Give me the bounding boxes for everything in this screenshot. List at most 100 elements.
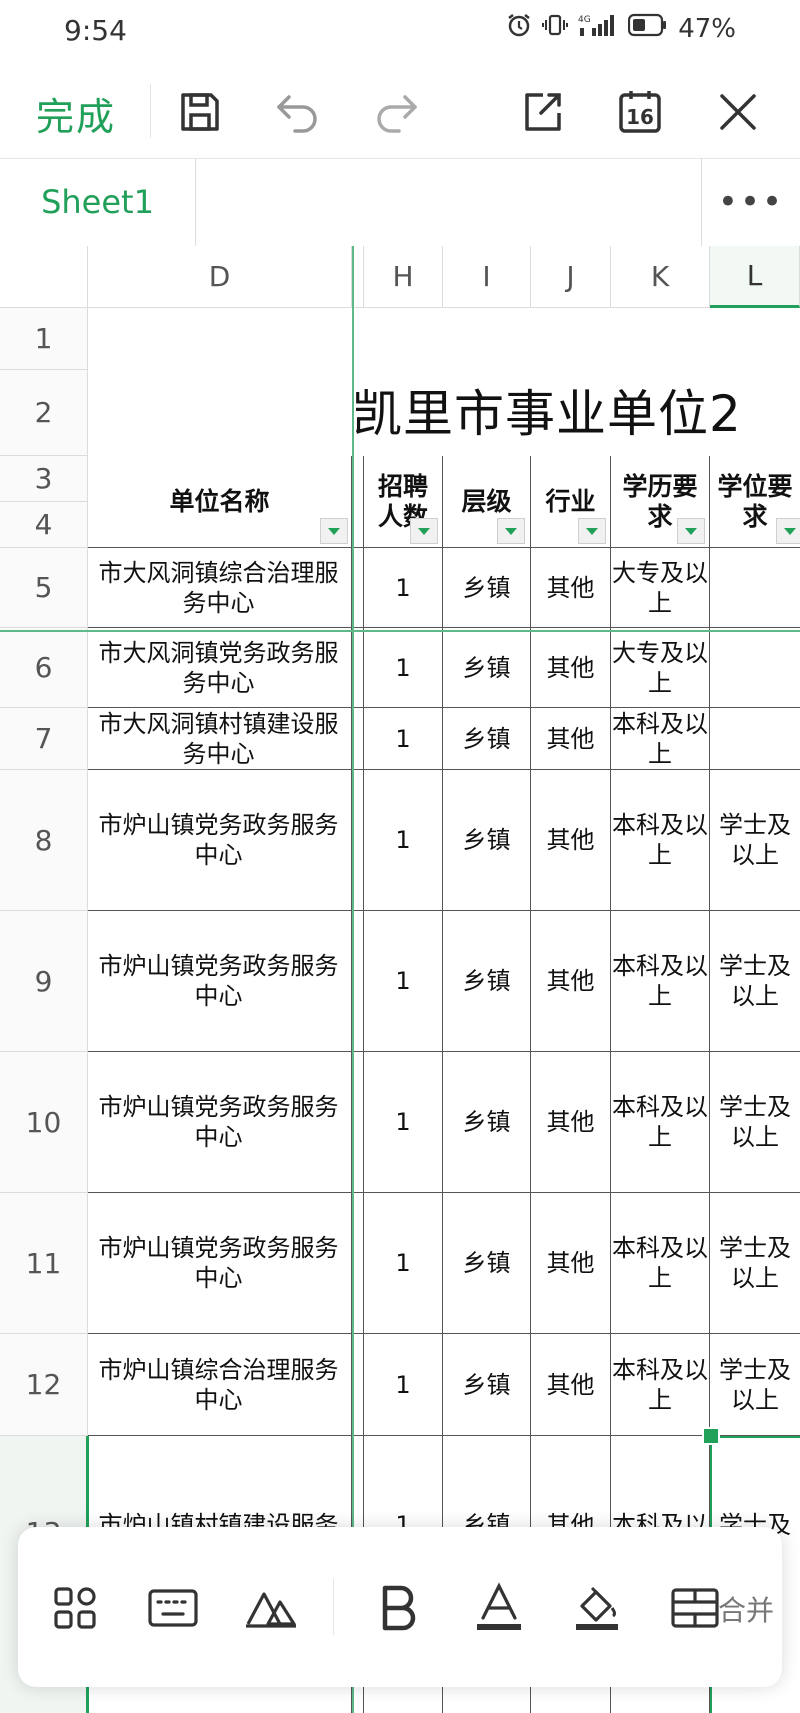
- cell-l-row-7[interactable]: [710, 708, 800, 770]
- row-header-3[interactable]: 3: [0, 456, 88, 502]
- cell-h-row-11[interactable]: 1: [364, 1193, 443, 1334]
- cell-h-row-7[interactable]: 1: [364, 708, 443, 770]
- grid-corner[interactable]: [0, 246, 88, 308]
- cell-h-row-12[interactable]: 1: [364, 1334, 443, 1436]
- cell-k-row-12[interactable]: 本科及以上: [611, 1334, 710, 1436]
- cell-i-row-11[interactable]: 乡镇: [443, 1193, 531, 1334]
- cell-l-row-10[interactable]: 学士及以上: [710, 1052, 800, 1193]
- col-header-i[interactable]: I: [443, 246, 531, 308]
- cell-d-row-12[interactable]: 市炉山镇综合治理服务中心: [88, 1334, 352, 1436]
- cell-k-row-10[interactable]: 本科及以上: [611, 1052, 710, 1193]
- col-header-d[interactable]: D: [88, 246, 352, 308]
- apps-grid-icon[interactable]: [44, 1577, 106, 1639]
- cell-j-row-8[interactable]: 其他: [531, 770, 611, 911]
- cell-i-row-10[interactable]: 乡镇: [443, 1052, 531, 1193]
- cell-h-row-6[interactable]: 1: [364, 628, 443, 708]
- share-icon[interactable]: [512, 82, 572, 142]
- redo-icon[interactable]: [366, 82, 426, 142]
- row-header-9[interactable]: 9: [0, 911, 88, 1052]
- cell-h-row-5[interactable]: 1: [364, 548, 443, 628]
- cell-h-row-9[interactable]: 1: [364, 911, 443, 1052]
- header-cell-unit-name[interactable]: 单位名称: [88, 456, 352, 548]
- cell-text: 其他: [546, 1108, 595, 1136]
- cell-k-row-8[interactable]: 本科及以上: [611, 770, 710, 911]
- cell-i-row-8[interactable]: 乡镇: [443, 770, 531, 911]
- cell-i-row-5[interactable]: 乡镇: [443, 548, 531, 628]
- cell-i-row-9[interactable]: 乡镇: [443, 911, 531, 1052]
- more-button[interactable]: •••: [701, 158, 800, 246]
- undo-icon[interactable]: [268, 82, 328, 142]
- row-header-7[interactable]: 7: [0, 708, 88, 770]
- cell-k-row-9[interactable]: 本科及以上: [611, 911, 710, 1052]
- cell-l-row-6[interactable]: [710, 628, 800, 708]
- row-header-5[interactable]: 5: [0, 548, 88, 628]
- cell-j-row-7[interactable]: 其他: [531, 708, 611, 770]
- bold-icon[interactable]: [368, 1577, 430, 1639]
- calendar-badge-icon[interactable]: 16: [610, 82, 670, 142]
- row-header-2[interactable]: 2: [0, 370, 88, 456]
- cell-text: 1: [395, 826, 411, 854]
- cell-j-row-9[interactable]: 其他: [531, 911, 611, 1052]
- filter-dropdown-k[interactable]: [677, 518, 705, 544]
- filter-dropdown-j[interactable]: [578, 518, 606, 544]
- cell-text: 市大风洞镇党务政务服务中心: [98, 638, 339, 697]
- cell-d-row-9[interactable]: 市炉山镇党务政务服务中心: [88, 911, 352, 1052]
- cell-h-row-10[interactable]: 1: [364, 1052, 443, 1193]
- filter-dropdown-l[interactable]: [776, 518, 800, 544]
- selection-handle[interactable]: [702, 1427, 720, 1445]
- cell-d-row-11[interactable]: 市炉山镇党务政务服务中心: [88, 1193, 352, 1334]
- col-header-h[interactable]: H: [364, 246, 443, 308]
- cell-d-row-6[interactable]: 市大风洞镇党务政务服务中心: [88, 628, 352, 708]
- row-header-8[interactable]: 8: [0, 770, 88, 911]
- row-header-10[interactable]: 10: [0, 1052, 88, 1193]
- cell-j-row-6[interactable]: 其他: [531, 628, 611, 708]
- cell-i-row-7[interactable]: 乡镇: [443, 708, 531, 770]
- font-color-icon[interactable]: [468, 1577, 530, 1639]
- cell-k-row-7[interactable]: 本科及以上: [611, 708, 710, 770]
- cell-l-row-5[interactable]: [710, 548, 800, 628]
- done-button[interactable]: 完成: [36, 86, 116, 141]
- cell-d-row-7[interactable]: 市大风洞镇村镇建设服务中心: [88, 708, 352, 770]
- cell-k-row-11[interactable]: 本科及以上: [611, 1193, 710, 1334]
- clear-format-icon[interactable]: [240, 1577, 302, 1639]
- keyboard-icon[interactable]: [142, 1577, 204, 1639]
- cell-d-row-5[interactable]: 市大风洞镇综合治理服务中心: [88, 548, 352, 628]
- sheet-tab-sheet1[interactable]: Sheet1: [0, 158, 196, 246]
- sheet-title[interactable]: 凯里市事业单位2: [352, 374, 742, 446]
- close-icon[interactable]: [708, 82, 768, 142]
- save-icon[interactable]: [170, 82, 230, 142]
- filter-dropdown-d[interactable]: [320, 518, 348, 544]
- cell-text: 乡镇: [462, 1249, 511, 1277]
- cell-l-row-11[interactable]: 学士及以上: [710, 1193, 800, 1334]
- col-header-j[interactable]: J: [531, 246, 611, 308]
- cell-k-row-6[interactable]: 大专及以上: [611, 628, 710, 708]
- row-header-11[interactable]: 11: [0, 1193, 88, 1334]
- cell-d-row-10[interactable]: 市炉山镇党务政务服务中心: [88, 1052, 352, 1193]
- cell-j-row-10[interactable]: 其他: [531, 1052, 611, 1193]
- cell-l-row-9[interactable]: 学士及以上: [710, 911, 800, 1052]
- row-header-12[interactable]: 12: [0, 1334, 88, 1436]
- col-header-k[interactable]: K: [611, 246, 710, 308]
- cell-l-row-8[interactable]: 学士及以上: [710, 770, 800, 911]
- row-header-6[interactable]: 6: [0, 628, 88, 708]
- merge-label[interactable]: 合并: [718, 1589, 774, 1629]
- cell-l-row-12[interactable]: 学士及以上: [710, 1334, 800, 1436]
- cell-h-row-8[interactable]: 1: [364, 770, 443, 911]
- cell-text: 本科及以上: [612, 952, 708, 1010]
- cell-i-row-12[interactable]: 乡镇: [443, 1334, 531, 1436]
- spreadsheet-grid[interactable]: D H I J K L 1 2 3 4 5 6 7 8 9 10 11 12 1…: [0, 246, 800, 1713]
- filter-dropdown-h[interactable]: [410, 518, 438, 544]
- merge-cells-icon[interactable]: [664, 1577, 726, 1639]
- fill-color-icon[interactable]: [566, 1577, 628, 1639]
- cell-i-row-6[interactable]: 乡镇: [443, 628, 531, 708]
- cell-j-row-5[interactable]: 其他: [531, 548, 611, 628]
- cell-k-row-5[interactable]: 大专及以上: [611, 548, 710, 628]
- cell-text: 乡镇: [462, 826, 511, 854]
- cell-d-row-8[interactable]: 市炉山镇党务政务服务中心: [88, 770, 352, 911]
- cell-j-row-12[interactable]: 其他: [531, 1334, 611, 1436]
- filter-dropdown-i[interactable]: [497, 518, 525, 544]
- col-header-l[interactable]: L: [710, 246, 800, 308]
- row-header-1[interactable]: 1: [0, 308, 88, 370]
- cell-j-row-11[interactable]: 其他: [531, 1193, 611, 1334]
- row-header-4[interactable]: 4: [0, 502, 88, 548]
